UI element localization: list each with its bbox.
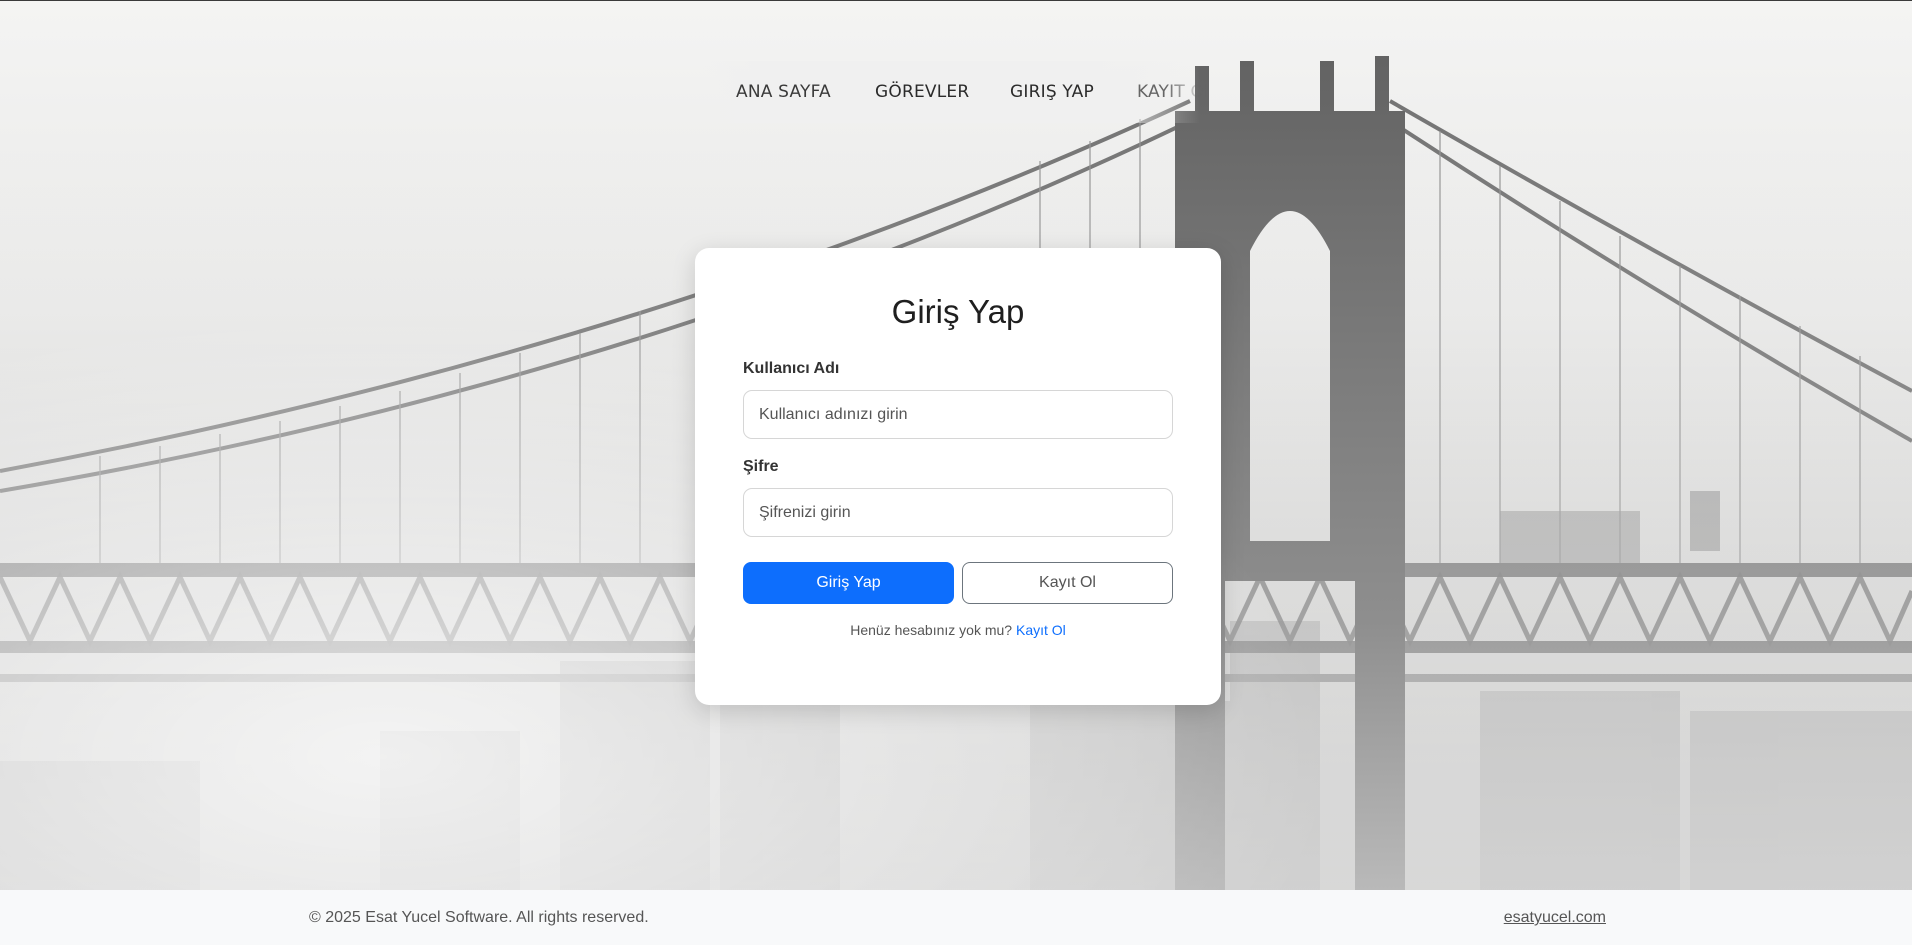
nav-item-register[interactable]: KAYIT OL	[1137, 82, 1207, 102]
login-title: Giriş Yap	[891, 293, 1025, 330]
login-submit-button[interactable]: Giriş Yap	[743, 562, 954, 604]
register-hint-text: Henüz hesabınız yok mu?	[850, 622, 1013, 638]
nav-item-home[interactable]: ANA SAYFA	[736, 82, 831, 102]
site-link[interactable]: esatyucel.com	[1504, 909, 1606, 927]
username-input[interactable]	[743, 390, 1173, 439]
password-input[interactable]	[743, 488, 1173, 537]
copyright-text: © 2025 Esat Yucel Software. All rights r…	[309, 909, 649, 926]
login-card: Giriş Yap Kullanıcı Adı Şifre Giriş Yap …	[695, 248, 1221, 705]
footer: © 2025 Esat Yucel Software. All rights r…	[0, 890, 1912, 945]
nav-item-tasks[interactable]: GÖREVLER	[875, 82, 969, 102]
nav-item-login[interactable]: GIRIŞ YAP	[1010, 82, 1094, 102]
register-button[interactable]: Kayıt Ol	[962, 562, 1173, 604]
password-label: Şifre	[743, 458, 779, 475]
top-navigation: ANA SAYFA GÖREVLER GIRIŞ YAP KAYIT OL	[702, 61, 1207, 123]
register-hint: Henüz hesabınız yok mu? Kayıt Ol	[695, 622, 1221, 638]
username-label: Kullanıcı Adı	[743, 360, 840, 377]
register-link[interactable]: Kayıt Ol	[1016, 622, 1066, 638]
